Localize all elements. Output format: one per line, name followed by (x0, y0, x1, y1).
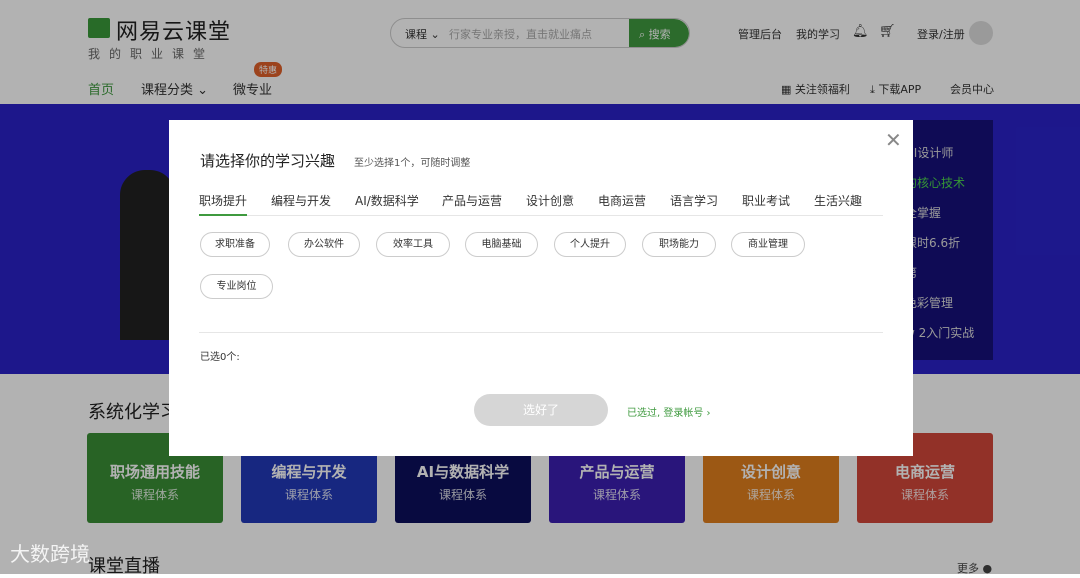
interest-chip[interactable]: 个人提升 (554, 232, 626, 257)
login-account-link[interactable]: 已选过, 登录帐号 › (627, 404, 711, 419)
interest-chip[interactable]: 办公软件 (288, 232, 360, 257)
interest-tabs: 职场提升 编程与开发 AI/数据科学 产品与运营 设计创意 电商运营 语言学习 … (199, 192, 883, 216)
tab-exam[interactable]: 职业考试 (742, 192, 790, 209)
tab-design[interactable]: 设计创意 (526, 192, 574, 209)
interest-chip[interactable]: 商业管理 (731, 232, 805, 257)
tab-life[interactable]: 生活兴趣 (814, 192, 862, 209)
interest-chip[interactable]: 求职准备 (200, 232, 270, 257)
interest-chip[interactable]: 专业岗位 (200, 274, 273, 299)
interest-chip[interactable]: 职场能力 (642, 232, 716, 257)
interest-modal: 请选择你的学习兴趣 至少选择1个，可随时调整 ✕ 职场提升 编程与开发 AI/数… (169, 120, 913, 456)
tab-product[interactable]: 产品与运营 (442, 192, 502, 209)
interest-chip[interactable]: 电脑基础 (465, 232, 538, 257)
confirm-button[interactable]: 选好了 (474, 394, 608, 426)
selected-count: 已选0个: (200, 352, 240, 363)
divider (199, 332, 883, 333)
modal-title: 请选择你的学习兴趣 (200, 152, 336, 170)
tab-career[interactable]: 职场提升 (199, 192, 248, 216)
interest-chip[interactable]: 效率工具 (376, 232, 450, 257)
tab-ecommerce[interactable]: 电商运营 (598, 192, 646, 209)
watermark: 大数跨境 (10, 542, 90, 566)
modal-subtitle: 至少选择1个，可随时调整 (354, 158, 471, 169)
tab-language[interactable]: 语言学习 (670, 192, 718, 209)
tab-programming[interactable]: 编程与开发 (271, 192, 331, 209)
close-icon[interactable]: ✕ (885, 128, 902, 152)
tab-ai-data[interactable]: AI/数据科学 (355, 192, 419, 209)
